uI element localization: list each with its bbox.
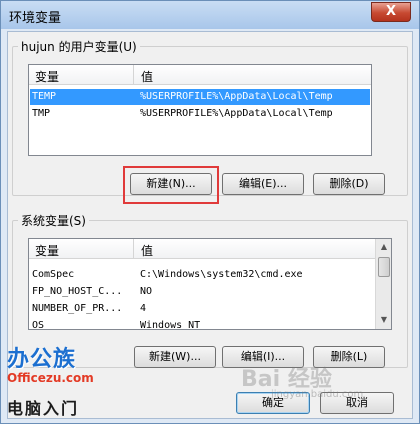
variable-value: 4 bbox=[140, 303, 147, 314]
column-header-value[interactable]: 值 bbox=[141, 68, 153, 85]
table-row[interactable]: FP_NO_HOST_C... NO bbox=[30, 284, 370, 300]
variable-name: OS bbox=[32, 320, 45, 330]
user-variables-list[interactable]: 变量 值 TEMP %USERPROFILE%\AppData\Local\Te… bbox=[28, 64, 372, 156]
scroll-down-icon[interactable]: ▼ bbox=[377, 313, 391, 327]
logo-subtitle: 电脑入门 bbox=[7, 399, 80, 418]
scroll-up-icon[interactable]: ▲ bbox=[377, 240, 391, 254]
variable-name: TMP bbox=[32, 108, 51, 119]
table-row[interactable]: TEMP %USERPROFILE%\AppData\Local\Temp bbox=[30, 89, 370, 105]
table-row[interactable]: TMP %USERPROFILE%\AppData\Local\Temp bbox=[30, 106, 370, 122]
user-delete-button[interactable]: 删除(D) bbox=[313, 173, 385, 195]
baidu-watermark-url: jingyan.baidu.com bbox=[271, 389, 364, 400]
logo-text: 办公族 bbox=[7, 347, 77, 372]
table-row[interactable]: ComSpec C:\Windows\system32\cmd.exe bbox=[30, 267, 370, 283]
title-bar[interactable]: 环境变量 X bbox=[1, 1, 419, 29]
table-row[interactable]: OS Windows_NT bbox=[30, 318, 370, 330]
variable-value: NO bbox=[140, 286, 153, 297]
variable-value: Windows_NT bbox=[140, 320, 201, 330]
officezu-logo: 办公族 Officezu.com 电脑入门 bbox=[1, 339, 109, 424]
user-variables-label: hujun 的用户变量(U) bbox=[18, 38, 140, 55]
scroll-thumb[interactable] bbox=[378, 257, 390, 277]
variable-value: %USERPROFILE%\AppData\Local\Temp bbox=[140, 108, 333, 119]
variable-value: %USERPROFILE%\AppData\Local\Temp bbox=[140, 91, 333, 102]
logo-url: Officezu.com bbox=[7, 371, 94, 385]
vertical-scrollbar[interactable]: ▲ ▼ bbox=[375, 239, 391, 329]
variable-name: TEMP bbox=[32, 91, 57, 102]
column-header-variable[interactable]: 变量 bbox=[35, 68, 59, 85]
user-edit-button[interactable]: 编辑(E)... bbox=[222, 173, 304, 195]
variable-value: C:\Windows\system32\cmd.exe bbox=[140, 269, 303, 280]
system-variables-list[interactable]: 变量 值 ComSpec C:\Windows\system32\cmd.exe… bbox=[28, 238, 392, 330]
column-separator[interactable] bbox=[133, 239, 134, 259]
close-button[interactable]: X bbox=[371, 2, 411, 22]
variable-name: FP_NO_HOST_C... bbox=[32, 286, 123, 297]
variable-name: NUMBER_OF_PR... bbox=[32, 303, 123, 314]
variable-name: ComSpec bbox=[32, 269, 75, 280]
window-title: 环境变量 bbox=[9, 11, 62, 26]
list-header: 变量 值 bbox=[29, 239, 375, 259]
system-variables-label: 系统变量(S) bbox=[18, 212, 89, 229]
user-new-button[interactable]: 新建(N)... bbox=[130, 173, 212, 195]
table-row[interactable]: NUMBER_OF_PR... 4 bbox=[30, 301, 370, 317]
environment-variables-window: 环境变量 X hujun 的用户变量(U) 变量 值 TEMP %USERPRO… bbox=[0, 0, 420, 424]
system-new-button[interactable]: 新建(W)... bbox=[134, 346, 216, 368]
list-header: 变量 值 bbox=[29, 65, 371, 85]
column-header-variable[interactable]: 变量 bbox=[35, 242, 59, 259]
column-separator[interactable] bbox=[133, 65, 134, 85]
column-header-value[interactable]: 值 bbox=[141, 242, 153, 259]
